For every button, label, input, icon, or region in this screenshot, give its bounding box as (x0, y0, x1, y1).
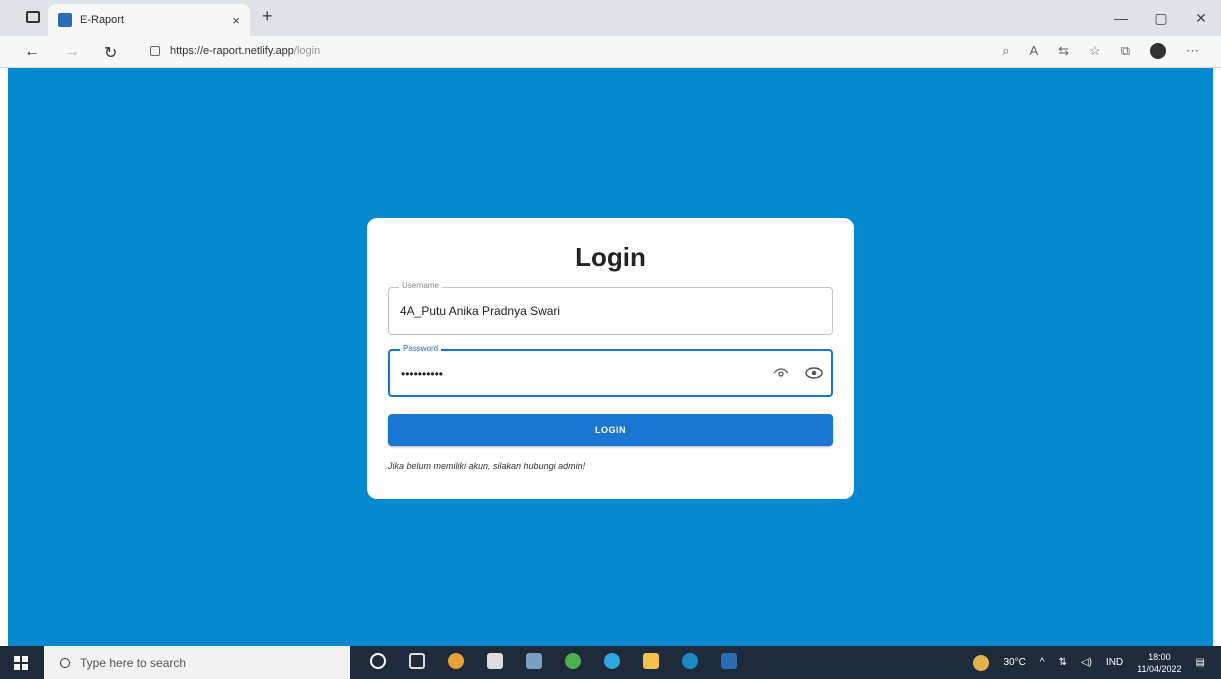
browser-tab-bar: E-Raport × + — ▢ ✕ (0, 0, 1221, 36)
maximize-button[interactable]: ▢ (1141, 0, 1181, 36)
username-value: 4A_Putu Anika Pradnya Swari (400, 304, 561, 318)
volume-icon[interactable]: ◁) (1081, 657, 1092, 668)
minimize-button[interactable]: — (1101, 0, 1141, 36)
task-view-icon[interactable] (409, 653, 425, 669)
word-icon[interactable] (721, 653, 737, 669)
username-label: Username (399, 281, 442, 290)
reveal-password-icon[interactable] (773, 366, 789, 382)
taskbar-search[interactable]: Type here to search (44, 646, 350, 679)
url-host: https://e-raport.netlify.app (170, 45, 294, 57)
app-icon[interactable] (526, 653, 542, 669)
file-explorer-icon[interactable] (643, 653, 659, 669)
language-indicator[interactable]: IND (1106, 657, 1123, 668)
network-icon[interactable]: ⇅ (1059, 657, 1067, 668)
password-label: Password (400, 344, 442, 353)
username-field[interactable]: Username 4A_Putu Anika Pradnya Swari (388, 281, 833, 335)
store-icon[interactable] (487, 653, 503, 669)
search-icon (60, 657, 70, 668)
tray-chevron-icon[interactable]: ^ (1040, 657, 1045, 668)
pinned-apps (370, 653, 737, 669)
window-controls: — ▢ ✕ (1101, 0, 1221, 36)
workspaces-icon[interactable] (26, 11, 40, 23)
system-tray: 30°C ^ ⇅ ◁) IND 18:00 11/04/2022 ▤ (973, 646, 1205, 679)
cortana-icon[interactable] (370, 653, 386, 669)
app-icon-2[interactable] (565, 653, 581, 669)
favicon-icon (58, 13, 72, 27)
url-field[interactable]: https://e-raport.netlify.app /login (150, 45, 320, 57)
show-password-icon[interactable] (805, 366, 823, 382)
clock-time: 18:00 (1148, 651, 1171, 662)
taskbar: Type here to search 30°C ^ ⇅ ◁) IND 18:0… (0, 646, 1221, 679)
login-button[interactable]: LOGIN (388, 414, 833, 446)
notifications-icon[interactable]: ▤ (1196, 657, 1205, 668)
url-path: /login (293, 45, 321, 57)
tab-title: E-Raport (80, 14, 125, 26)
clock-date: 11/04/2022 (1137, 663, 1182, 674)
collections-icon[interactable]: ⧉ (1121, 43, 1130, 59)
search-placeholder: Type here to search (80, 655, 187, 670)
start-button[interactable] (14, 656, 28, 670)
refresh-icon[interactable]: ↻ (104, 43, 117, 63)
back-icon[interactable]: ← (24, 43, 40, 61)
browser-toolbar: ⌕ A ⇆ ☆ ⧉ ⋯ (1002, 43, 1199, 59)
clock[interactable]: 18:00 11/04/2022 (1137, 651, 1181, 675)
lock-icon (150, 46, 160, 56)
weather-app-icon[interactable] (973, 654, 990, 671)
zoom-icon[interactable]: ⌕ (1002, 43, 1009, 59)
profile-avatar[interactable] (1150, 43, 1166, 59)
register-hint: Jika belum memiliki akun, silakan hubung… (388, 461, 586, 471)
page-background: Login Username 4A_Putu Anika Pradnya Swa… (8, 68, 1213, 646)
read-aloud-icon[interactable]: A (1029, 43, 1038, 59)
tab-actions-icon[interactable]: ⇆ (1058, 43, 1069, 59)
favorites-icon[interactable]: ☆ (1089, 43, 1101, 59)
password-value: •••••••••• (401, 367, 444, 381)
password-field[interactable]: Password •••••••••• (388, 344, 833, 397)
chrome-icon[interactable] (448, 653, 464, 669)
weather-text[interactable]: 30°C (1003, 657, 1025, 668)
login-title: Login (575, 242, 646, 272)
password-icons (773, 366, 823, 382)
browser-tab[interactable]: E-Raport × (48, 4, 250, 36)
forward-icon[interactable]: → (64, 43, 80, 61)
tab-close-icon[interactable]: × (232, 13, 240, 28)
new-tab-button[interactable]: + (262, 6, 273, 27)
edge-icon[interactable] (682, 653, 698, 669)
more-menu-icon[interactable]: ⋯ (1186, 43, 1199, 59)
login-card: Login Username 4A_Putu Anika Pradnya Swa… (367, 218, 854, 499)
address-bar: ← → ↻ https://e-raport.netlify.app /logi… (0, 36, 1221, 68)
telegram-icon[interactable] (604, 653, 620, 669)
close-window-button[interactable]: ✕ (1181, 0, 1221, 36)
